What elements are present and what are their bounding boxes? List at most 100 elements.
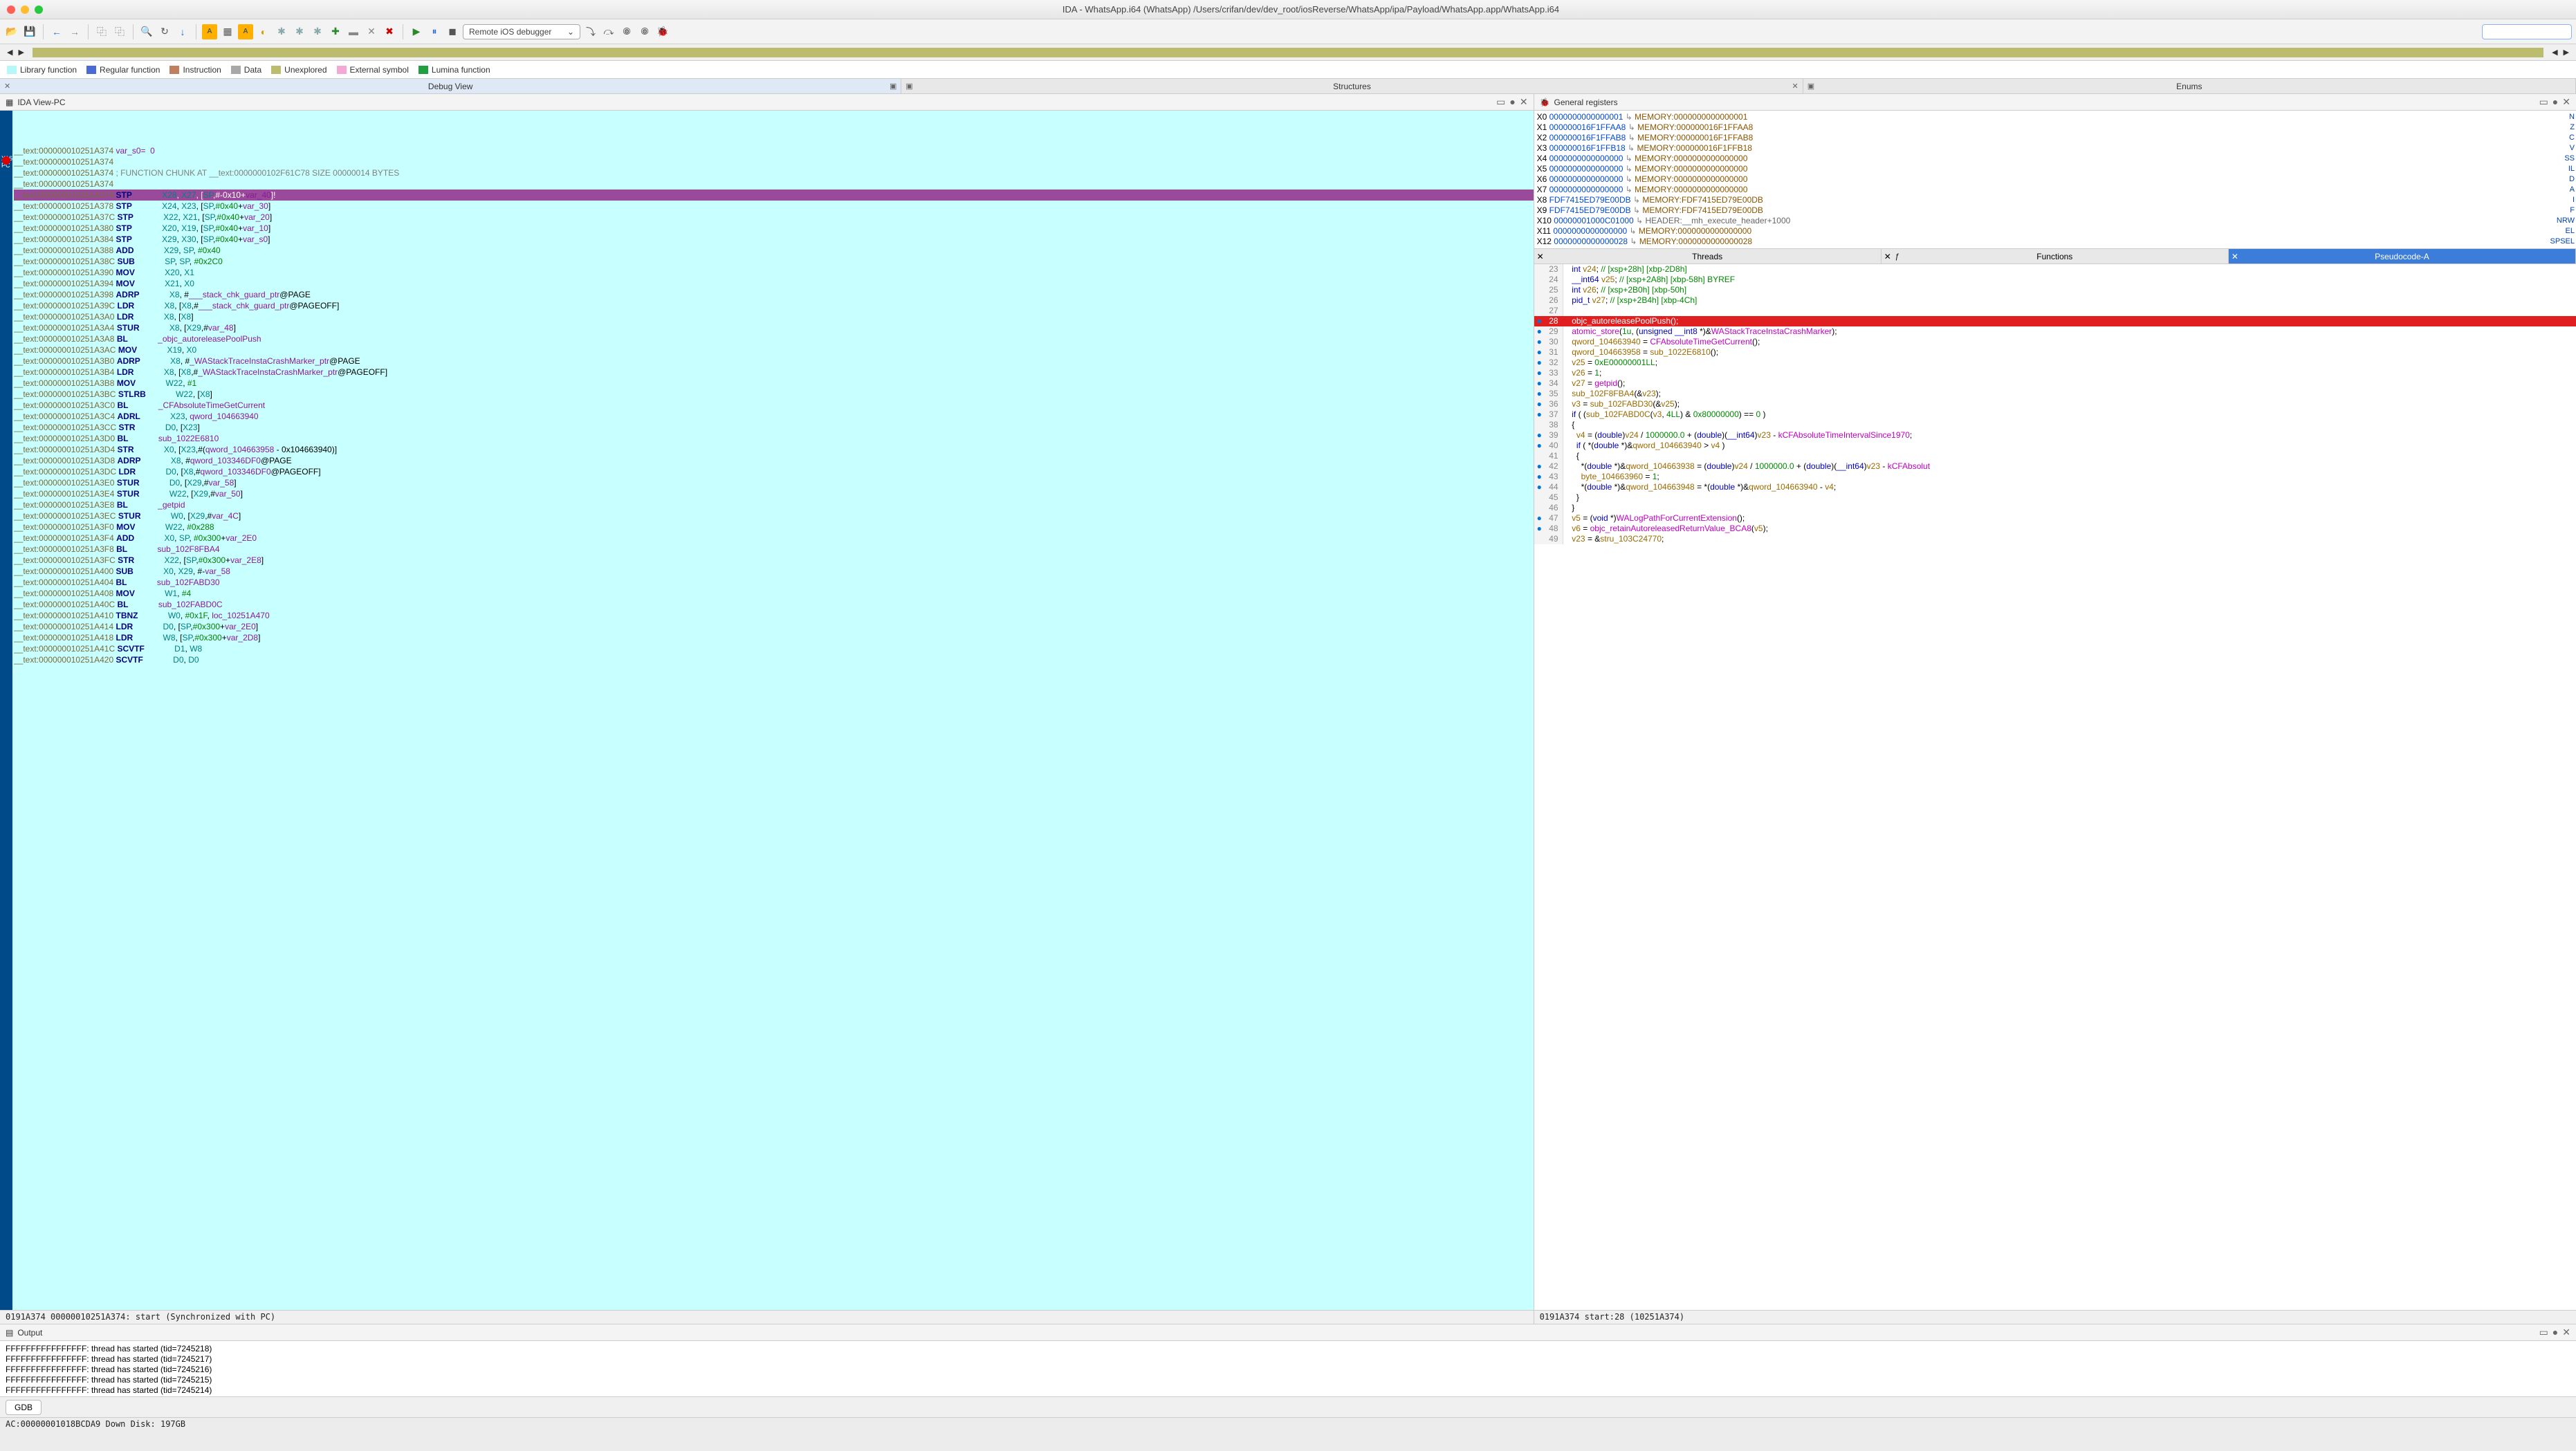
graph-view-icon[interactable]: A — [238, 24, 253, 39]
register-row[interactable]: X1 000000016F1FFAA8 ↳ MEMORY:000000016F1… — [1537, 122, 2573, 133]
register-row[interactable]: X2 000000016F1FFAB8 ↳ MEMORY:000000016F1… — [1537, 133, 2573, 143]
copy-icon[interactable]: ⿻ — [94, 24, 109, 39]
minimize-icon[interactable]: ● — [2552, 1327, 2558, 1338]
asm-line[interactable]: __text:000000010251A39C LDR X8, [X8,#___… — [14, 300, 1534, 311]
asm-line[interactable]: __text:000000010251A41C SCVTF D1, W8 — [14, 643, 1534, 654]
register-row[interactable]: X8 FDF7415ED79E00DB ↳ MEMORY:FDF7415ED79… — [1537, 195, 2573, 205]
pseudocode-line[interactable]: 35 sub_102F8FBA4(&v23); — [1534, 389, 2576, 399]
mark-icon[interactable]: ◐ — [256, 24, 271, 39]
register-row[interactable]: X0 0000000000000001 ↳ MEMORY:00000000000… — [1537, 112, 2573, 122]
register-row[interactable]: X6 0000000000000000 ↳ MEMORY:00000000000… — [1537, 174, 2573, 185]
asm-line[interactable]: __text:000000010251A37C STP X22, X21, [S… — [14, 212, 1534, 223]
struct-icon[interactable]: ✱ — [310, 24, 325, 39]
minimize-window-button[interactable] — [21, 6, 29, 14]
code-icon[interactable]: ✱ — [274, 24, 289, 39]
tab-pseudocode[interactable]: ✕Pseudocode-A — [2229, 249, 2576, 264]
close-icon[interactable]: ✕ — [2562, 1327, 2570, 1338]
pseudocode-line[interactable]: 49 v23 = &stru_103C24770; — [1534, 534, 2576, 544]
register-row[interactable]: X9 FDF7415ED79E00DB ↳ MEMORY:FDF7415ED79… — [1537, 205, 2573, 216]
registers-view[interactable]: NZCVSSILDAIFNRWELSPSEL X0 00000000000000… — [1534, 111, 2576, 249]
register-row[interactable]: X10 00000001000C01000 ↳ HEADER:__mh_exec… — [1537, 216, 2573, 226]
pseudocode-line[interactable]: 38 { — [1534, 420, 2576, 430]
asm-line[interactable]: __text:000000010251A3F4 ADD X0, SP, #0x3… — [14, 533, 1534, 544]
gdb-button[interactable]: GDB — [6, 1400, 42, 1415]
asm-line[interactable]: __text:000000010251A414 LDR D0, [SP,#0x3… — [14, 621, 1534, 632]
pseudocode-line[interactable]: 42 *(double *)&qword_104663938 = (double… — [1534, 461, 2576, 472]
asm-line[interactable]: __text:000000010251A3AC MOV X19, X0 — [14, 344, 1534, 355]
pseudocode-line[interactable]: 36 v3 = sub_102FABD30(&v25); — [1534, 399, 2576, 409]
minus-icon[interactable]: ▬ — [346, 24, 361, 39]
pseudocode-line[interactable]: 46 } — [1534, 503, 2576, 513]
dock-icon[interactable]: ▭ — [2539, 96, 2548, 108]
tab-functions[interactable]: ✕ƒFunctions — [1882, 249, 2229, 264]
register-row[interactable]: X11 0000000000000000 ↳ MEMORY:0000000000… — [1537, 226, 2573, 237]
run-icon[interactable]: ▶ — [409, 24, 424, 39]
asm-line[interactable]: __text:000000010251A3B4 LDR X8, [X8,#_WA… — [14, 367, 1534, 378]
pseudocode-line[interactable]: 24 __int64 v25; // [xsp+2A8h] [xbp-58h] … — [1534, 275, 2576, 285]
asm-line[interactable]: __text:000000010251A374 — [14, 178, 1534, 190]
close-icon[interactable]: ✕ — [1537, 252, 1544, 261]
asm-line[interactable]: __text:000000010251A3D0 BL sub_1022E6810 — [14, 433, 1534, 444]
register-row[interactable]: X5 0000000000000000 ↳ MEMORY:00000000000… — [1537, 164, 2573, 174]
asm-line[interactable]: __text:000000010251A3E8 BL _getpid — [14, 499, 1534, 510]
breakpoint-marker[interactable] — [2, 156, 10, 165]
asm-line[interactable]: __text:000000010251A3B0 ADRP X8, #_WASta… — [14, 355, 1534, 367]
asm-line[interactable]: __text:000000010251A3B8 MOV W22, #1 — [14, 378, 1534, 389]
asm-line[interactable]: __text:000000010251A3FC STR X22, [SP,#0x… — [14, 555, 1534, 566]
output-view[interactable]: FFFFFFFFFFFFFFFF: thread has started (ti… — [0, 1341, 2576, 1396]
plus-icon[interactable]: ✚ — [328, 24, 343, 39]
pseudocode-view[interactable]: 23 int v24; // [xsp+28h] [xbp-2D8h]24 __… — [1534, 264, 2576, 1310]
asm-line[interactable]: __text:000000010251A3A4 STUR X8, [X29,#v… — [14, 322, 1534, 333]
pseudocode-line[interactable]: 48 v6 = objc_retainAutoreleasedReturnVal… — [1534, 524, 2576, 534]
stop-icon[interactable]: ◼ — [445, 24, 460, 39]
tab-threads[interactable]: ✕Threads — [1534, 249, 1882, 264]
asm-line[interactable]: __text:000000010251A3CC STR D0, [X23] — [14, 422, 1534, 433]
register-row[interactable]: X7 0000000000000000 ↳ MEMORY:00000000000… — [1537, 185, 2573, 195]
close-icon[interactable]: ✕ — [1884, 252, 1891, 261]
register-row[interactable]: X12 0000000000000028 ↳ MEMORY:0000000000… — [1537, 237, 2573, 247]
asm-line[interactable]: __text:000000010251A3F8 BL sub_102F8FBA4 — [14, 544, 1534, 555]
pseudocode-line[interactable]: 47 v5 = (void *)WALogPathForCurrentExten… — [1534, 513, 2576, 524]
dock-icon[interactable]: ▭ — [1496, 96, 1505, 108]
pseudocode-line[interactable]: 25 int v26; // [xsp+2B0h] [xbp-50h] — [1534, 285, 2576, 295]
minimize-icon[interactable]: ● — [2552, 96, 2558, 108]
asm-line[interactable]: __text:000000010251A3E0 STUR D0, [X29,#v… — [14, 477, 1534, 488]
asm-line[interactable]: __text:000000010251A374 — [14, 156, 1534, 167]
nav-left-icon[interactable]: ◀ — [4, 48, 15, 57]
register-row[interactable]: X3 000000016F1FFB18 ↳ MEMORY:000000016F1… — [1537, 143, 2573, 154]
text-view-icon[interactable]: A — [202, 24, 217, 39]
asm-line[interactable]: __text:000000010251A3F0 MOV W22, #0x288 — [14, 521, 1534, 533]
asm-line[interactable]: __text:000000010251A400 SUB X0, X29, #-v… — [14, 566, 1534, 577]
debugger-select[interactable]: Remote iOS debugger⌄ — [463, 24, 580, 39]
forward-icon[interactable]: → — [67, 24, 82, 39]
pseudocode-line[interactable]: 33 v26 = 1; — [1534, 368, 2576, 378]
close-icon[interactable]: ✕ — [2562, 96, 2570, 108]
asm-line[interactable]: __text:000000010251A38C SUB SP, SP, #0x2… — [14, 256, 1534, 267]
cancel-icon[interactable]: ✖ — [382, 24, 397, 39]
delete-icon[interactable]: ✕ — [364, 24, 379, 39]
refresh-icon[interactable]: ↻ — [157, 24, 172, 39]
hex-view-icon[interactable]: ▦ — [220, 24, 235, 39]
pseudocode-line[interactable]: 39 v4 = (double)v24 / 1000000.0 + (doubl… — [1534, 430, 2576, 441]
nav-right2-icon[interactable]: ▶ — [2561, 48, 2572, 57]
asm-line[interactable]: __text:000000010251A380 STP X20, X19, [S… — [14, 223, 1534, 234]
close-icon[interactable]: ✕ — [1792, 82, 1798, 91]
asm-line[interactable]: __text:000000010251A3C4 ADRL X23, qword_… — [14, 411, 1534, 422]
pseudocode-line[interactable]: 40 if ( *(double *)&qword_104663940 > v4… — [1534, 441, 2576, 451]
watch-icon[interactable]: 🐞 — [655, 24, 670, 39]
disassembly-view[interactable]: X16PC __text:000000010251A374 var_s0= 0_… — [0, 111, 1534, 1310]
asm-line[interactable]: __text:000000010251A3DC LDR D0, [X8,#qwo… — [14, 466, 1534, 477]
zoom-window-button[interactable] — [35, 6, 43, 14]
tab-structures[interactable]: ▣Structures✕ — [901, 79, 1803, 93]
asm-line[interactable]: __text:000000010251A374 ; FUNCTION CHUNK… — [14, 167, 1534, 178]
data-icon[interactable]: ✱ — [292, 24, 307, 39]
breakpoint-toggle-icon[interactable]: 🞋 — [637, 24, 652, 39]
pseudocode-line[interactable]: 45 } — [1534, 492, 2576, 503]
pseudocode-line[interactable]: 28 objc_autoreleasePoolPush(); — [1534, 316, 2576, 326]
back-icon[interactable]: ← — [49, 24, 64, 39]
pseudocode-line[interactable]: 34 v27 = getpid(); — [1534, 378, 2576, 389]
asm-line[interactable]: __text:000000010251A420 SCVTF D0, D0 — [14, 654, 1534, 665]
asm-line[interactable]: __text:000000010251A374 STP X28, X27, [S… — [14, 190, 1534, 201]
nav-bar[interactable] — [33, 48, 2543, 57]
breakpoint-gutter[interactable]: X16PC — [0, 111, 12, 1310]
